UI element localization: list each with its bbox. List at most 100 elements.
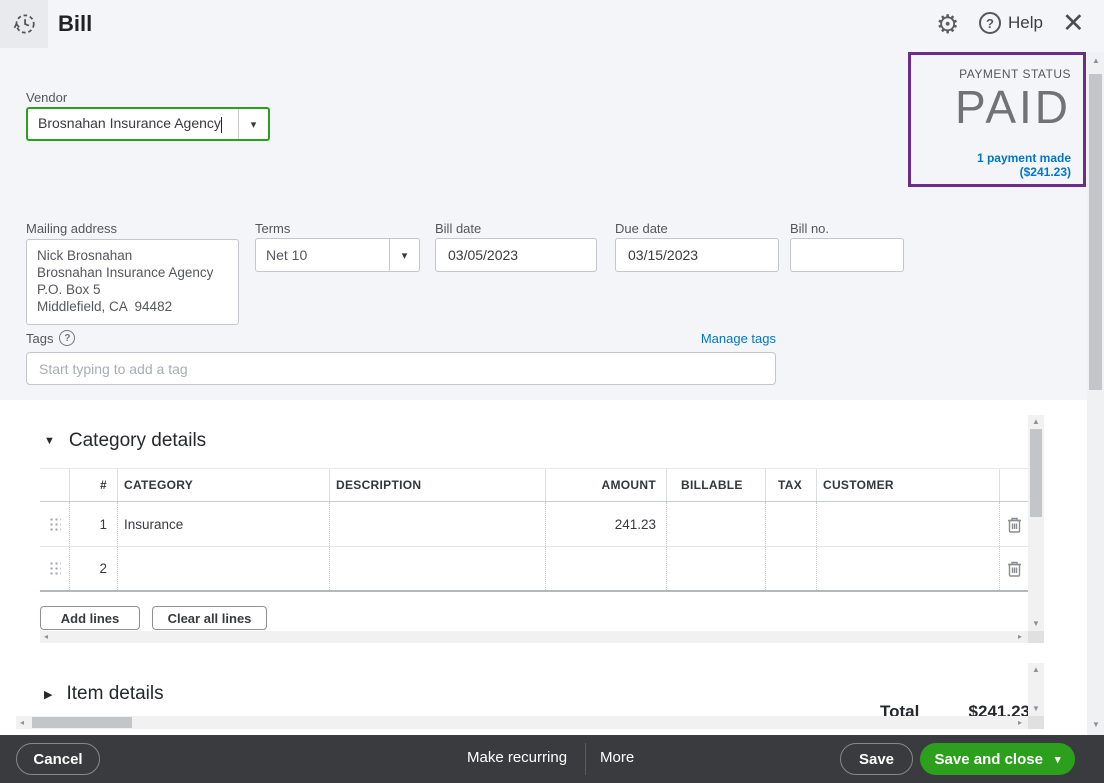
description-cell[interactable] — [330, 547, 546, 590]
scrollbar-thumb[interactable] — [1030, 429, 1042, 517]
save-and-close-button[interactable]: Save and close ▾ — [920, 743, 1075, 775]
page-title: Bill — [58, 11, 92, 37]
category-table: # CATEGORY DESCRIPTION AMOUNT BILLABLE T… — [40, 468, 1028, 592]
trash-icon[interactable] — [1005, 515, 1023, 533]
gear-icon[interactable]: ⚙ — [936, 9, 959, 40]
save-and-close-label: Save and close — [935, 751, 1043, 768]
col-tax: TAX — [766, 469, 817, 501]
scroll-up-icon[interactable]: ▲ — [1092, 57, 1100, 65]
scroll-up-icon[interactable]: ▲ — [1032, 666, 1040, 674]
collapse-triangle-icon: ▼ — [44, 435, 55, 447]
terms-label: Terms — [255, 221, 290, 236]
add-lines-button[interactable]: Add lines — [40, 606, 140, 630]
help-label: Help — [1008, 13, 1043, 33]
col-category: CATEGORY — [118, 469, 330, 501]
drag-handle-icon[interactable] — [48, 516, 61, 533]
payment-made-link[interactable]: 1 payment made ($241.23) — [923, 151, 1071, 179]
bill-date-input[interactable] — [435, 238, 597, 272]
save-button[interactable]: Save — [840, 743, 913, 775]
scroll-right-icon[interactable]: ▸ — [1018, 633, 1022, 641]
item-vertical-scrollbar[interactable]: ▲ ▼ — [1028, 663, 1044, 716]
category-horizontal-scrollbar[interactable]: ◂ ▸ — [40, 631, 1028, 643]
drag-handle-icon[interactable] — [48, 560, 61, 577]
mailing-address-field[interactable]: Nick Brosnahan Brosnahan Insurance Agenc… — [26, 239, 239, 325]
table-row: 1 Insurance 241.23 — [40, 502, 1028, 547]
scroll-down-icon[interactable]: ▼ — [1092, 721, 1100, 729]
chevron-down-icon: ▾ — [402, 249, 408, 262]
close-icon[interactable]: ✕ — [1062, 8, 1085, 39]
category-details-toggle[interactable]: ▼ Category details — [44, 430, 206, 452]
payment-status-box: PAYMENT STATUS PAID 1 payment made ($241… — [908, 52, 1086, 187]
scrollbar-corner — [1028, 631, 1044, 643]
row-number: 1 — [70, 502, 118, 546]
scroll-left-icon[interactable]: ◂ — [44, 633, 48, 641]
manage-tags-link[interactable]: Manage tags — [701, 331, 776, 346]
payment-status-value: PAID — [923, 83, 1071, 131]
tags-help-icon[interactable]: ? — [59, 330, 75, 346]
amount-cell[interactable]: 241.23 — [546, 502, 667, 546]
category-cell[interactable]: Insurance — [118, 502, 330, 546]
tax-cell[interactable] — [766, 547, 817, 590]
col-amount: AMOUNT — [546, 469, 667, 501]
text-caret — [221, 117, 222, 133]
scroll-up-icon[interactable]: ▲ — [1032, 418, 1040, 426]
table-header-row: # CATEGORY DESCRIPTION AMOUNT BILLABLE T… — [40, 468, 1028, 502]
tax-cell[interactable] — [766, 502, 817, 546]
vendor-select[interactable]: Brosnahan Insurance Agency ▾ — [26, 107, 270, 141]
payment-status-label: PAYMENT STATUS — [923, 67, 1071, 81]
category-details-title: Category details — [69, 430, 206, 452]
recent-transactions-button[interactable] — [0, 0, 48, 48]
terms-value: Net 10 — [256, 247, 389, 263]
description-cell[interactable] — [330, 502, 546, 546]
more-button[interactable]: More — [600, 749, 634, 766]
vendor-dropdown-button[interactable]: ▾ — [238, 109, 268, 139]
tags-input[interactable] — [26, 352, 776, 385]
item-horizontal-scrollbar[interactable]: ◂ ▸ — [16, 716, 1028, 729]
customer-cell[interactable] — [817, 502, 1000, 546]
billable-cell[interactable] — [667, 502, 766, 546]
row-number: 2 — [70, 547, 118, 590]
tags-label: Tags — [26, 331, 53, 346]
item-details-toggle[interactable]: ▶ Item details — [44, 683, 164, 705]
help-button[interactable]: ? Help — [979, 12, 1043, 34]
amount-cell[interactable] — [546, 547, 667, 590]
col-number: # — [70, 469, 118, 501]
bill-no-input[interactable] — [790, 238, 904, 272]
due-date-input[interactable] — [615, 238, 779, 272]
make-recurring-button[interactable]: Make recurring — [467, 749, 567, 766]
history-clock-icon — [11, 11, 37, 37]
total-row: Total $241.23 — [880, 702, 1030, 717]
bill-no-label: Bill no. — [790, 221, 829, 236]
scroll-down-icon[interactable]: ▼ — [1032, 620, 1040, 628]
col-description: DESCRIPTION — [330, 469, 546, 501]
terms-select[interactable]: Net 10 ▾ — [255, 238, 420, 272]
category-cell[interactable] — [118, 547, 330, 590]
chevron-down-icon[interactable]: ▾ — [1055, 753, 1061, 766]
scroll-left-icon[interactable]: ◂ — [20, 719, 24, 727]
col-customer: CUSTOMER — [817, 469, 1000, 501]
scrollbar-thumb[interactable] — [1089, 74, 1102, 390]
help-question-icon: ? — [979, 12, 1001, 34]
trash-icon[interactable] — [1005, 560, 1023, 578]
vendor-value: Brosnahan Insurance Agency — [38, 115, 221, 131]
customer-cell[interactable] — [817, 547, 1000, 590]
vendor-label: Vendor — [26, 90, 67, 105]
cancel-button[interactable]: Cancel — [16, 743, 100, 775]
col-billable: BILLABLE — [667, 469, 766, 501]
scroll-right-icon[interactable]: ▸ — [1018, 719, 1022, 727]
terms-dropdown-button[interactable]: ▾ — [389, 239, 419, 271]
clear-all-lines-button[interactable]: Clear all lines — [152, 606, 267, 630]
scroll-down-icon[interactable]: ▼ — [1032, 705, 1040, 713]
billable-cell[interactable] — [667, 547, 766, 590]
scrollbar-thumb[interactable] — [32, 717, 132, 728]
scrollbar-corner — [1028, 716, 1044, 729]
mailing-address-label: Mailing address — [26, 221, 117, 236]
footer-bar: Cancel Make recurring More Save Save and… — [0, 735, 1104, 783]
category-vertical-scrollbar[interactable]: ▲ ▼ — [1028, 415, 1044, 631]
total-amount: $241.23 — [969, 702, 1030, 717]
page-scrollbar[interactable]: ▲ ▼ — [1087, 52, 1104, 735]
footer-divider — [585, 743, 586, 775]
total-label: Total — [880, 702, 919, 717]
chevron-down-icon: ▾ — [251, 118, 257, 131]
table-row: 2 — [40, 547, 1028, 592]
